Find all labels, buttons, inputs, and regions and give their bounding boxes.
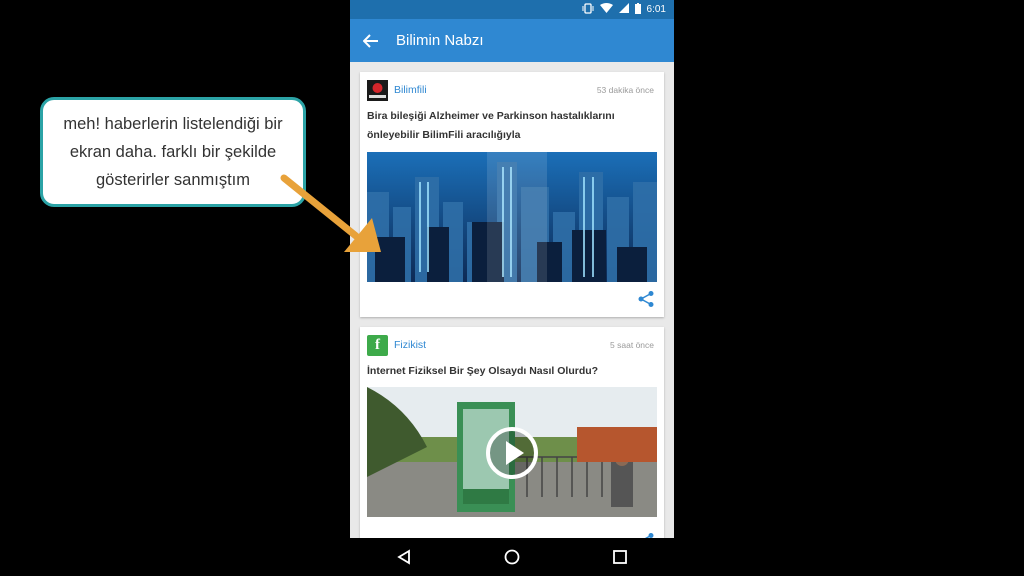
annotation-arrow-icon xyxy=(280,174,381,252)
